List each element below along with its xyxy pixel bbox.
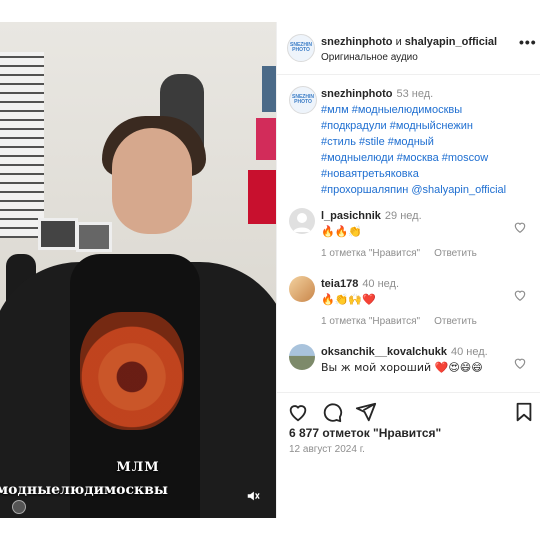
- post-header: SNEZHIN PHOTO snezhinphoto и shalyapin_of…: [277, 22, 540, 75]
- comment-likes[interactable]: 1 отметка "Нравится": [321, 316, 420, 327]
- joiner-text: и: [395, 36, 402, 48]
- coauthor-link[interactable]: shalyapin_official: [405, 36, 497, 48]
- hashtag-line[interactable]: #модныелюди #москва #moscow: [321, 150, 531, 166]
- post-sidebar: SNEZHIN PHOTO snezhinphoto и shalyapin_of…: [276, 22, 540, 518]
- author-names: snezhinphoto и shalyapin_official: [321, 36, 497, 48]
- hashtag-line[interactable]: #новаятретьяковка: [321, 166, 531, 182]
- comment-username[interactable]: oksanchik__kovalchukk: [321, 346, 447, 358]
- mute-icon[interactable]: [246, 489, 260, 503]
- video-overlay-text: МЛМ: [116, 460, 160, 475]
- caption-username[interactable]: snezhinphoto: [321, 88, 393, 100]
- hashtag-line[interactable]: #прохоршаляпин @shalyapin_official: [321, 182, 531, 198]
- audio-link[interactable]: Оригинальное аудио: [321, 52, 418, 63]
- commenter-avatar[interactable]: [289, 208, 315, 234]
- post-actions: [277, 392, 540, 423]
- commenter-avatar[interactable]: [289, 276, 315, 302]
- wall-art: [262, 66, 276, 112]
- caption-time: 53 нед.: [396, 88, 434, 100]
- man-face: [112, 128, 192, 234]
- instagram-post: МЛМ модныелюдимосквы SNEZHIN PHOTO snezhi…: [0, 22, 540, 518]
- wall-art: [256, 118, 276, 160]
- commenter-avatar[interactable]: [289, 344, 315, 370]
- hashtag-line[interactable]: #стиль #stile #модный: [321, 134, 531, 150]
- comment-like-heart-icon[interactable]: [513, 356, 527, 370]
- more-horizontal-icon[interactable]: •••: [519, 34, 537, 50]
- send-icon[interactable]: [355, 401, 377, 423]
- comment-time: 29 нед.: [384, 210, 422, 222]
- comment-icon[interactable]: [321, 401, 343, 423]
- reply-button[interactable]: Ответить: [434, 316, 477, 327]
- hashtag-line[interactable]: #подкрадули #модныйснежин: [321, 118, 531, 134]
- comment-text: Вы ж мой хороший ❤️😍😄😄: [321, 361, 483, 374]
- comment-time: 40 нед.: [362, 278, 400, 290]
- wall-frame: [76, 222, 112, 252]
- comment-username[interactable]: l_pasichnik: [321, 210, 381, 222]
- comment-text: 🔥🔥👏: [321, 225, 363, 238]
- wall-poster: [0, 52, 44, 238]
- reply-button[interactable]: Ответить: [434, 248, 477, 259]
- wall-frame: [38, 218, 78, 250]
- bookmark-icon[interactable]: [513, 401, 535, 423]
- heart-icon[interactable]: [287, 401, 309, 423]
- tiger-print: [80, 312, 184, 430]
- author-link[interactable]: snezhinphoto: [321, 36, 393, 48]
- video-overlay-text: модныелюдимосквы: [0, 482, 168, 498]
- comment-username[interactable]: teia178: [321, 278, 358, 290]
- wall-art: [248, 170, 276, 224]
- default-avatar-icon: [293, 213, 311, 232]
- tagged-user-icon[interactable]: [12, 500, 26, 514]
- author-avatar[interactable]: SNEZHIN PHOTO: [287, 34, 315, 62]
- caption-avatar[interactable]: SNEZHIN PHOTO: [289, 86, 317, 114]
- comment-like-heart-icon[interactable]: [513, 220, 527, 234]
- comment-like-heart-icon[interactable]: [513, 288, 527, 302]
- comment-time: 40 нед.: [450, 346, 488, 358]
- caption-hashtags: #млм #модныелюдимосквы #подкрадули #модн…: [321, 102, 531, 198]
- brand-logo: SNEZHIN PHOTO: [290, 42, 312, 53]
- post-video[interactable]: МЛМ модныелюдимосквы: [0, 22, 276, 518]
- post-date: 12 август 2024 г.: [289, 444, 365, 455]
- brand-logo: SNEZHIN PHOTO: [292, 94, 314, 105]
- likes-count[interactable]: 6 877 отметок "Нравится": [289, 426, 441, 440]
- comment-text: 🔥👏🙌❤️: [321, 293, 376, 306]
- hashtag-line[interactable]: #млм #модныелюдимосквы: [321, 102, 531, 118]
- comment-likes[interactable]: 1 отметка "Нравится": [321, 248, 420, 259]
